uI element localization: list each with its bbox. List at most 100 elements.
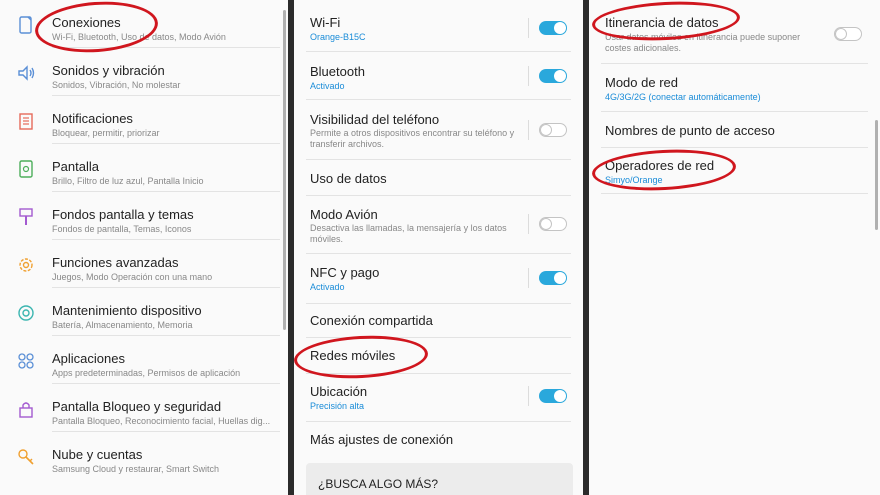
bluetooth-toggle[interactable]: [539, 69, 567, 83]
network-mode-value: 4G/3G/2G (conectar automáticamente): [605, 92, 761, 102]
settings-item-title: Pantalla: [52, 159, 99, 174]
network-mode-title: Modo de red: [605, 75, 678, 90]
settings-item-subtitle: Samsung Cloud y restaurar, Smart Switch: [52, 464, 220, 474]
phone-visibility-toggle[interactable]: [539, 123, 567, 137]
toggle-knob: [540, 218, 552, 230]
airplane-mode-toggle[interactable]: [539, 217, 567, 231]
settings-item-subtitle: Sonidos, Vibración, No molestar: [52, 80, 181, 90]
access-point-names-row[interactable]: Nombres de punto de acceso: [589, 112, 880, 148]
settings-item-subtitle: Apps predeterminadas, Permisos de aplica…: [52, 368, 241, 378]
mobile-networks-title: Redes móviles: [310, 348, 396, 363]
settings-item-title: Conexiones: [52, 15, 121, 30]
settings-item-subtitle: Batería, Almacenamiento, Memoria: [52, 320, 193, 330]
settings-item-sounds[interactable]: Sonidos y vibración Sonidos, Vibración, …: [0, 48, 288, 96]
phone-visibility-row[interactable]: Visibilidad del teléfono Permite a otros…: [294, 100, 583, 160]
phone-visibility-title: Visibilidad del teléfono: [310, 112, 440, 127]
settings-item-title: Fondos pantalla y temas: [52, 207, 194, 222]
settings-item-wallpapers[interactable]: Fondos pantalla y temas Fondos de pantal…: [0, 192, 288, 240]
location-title: Ubicación: [310, 384, 368, 399]
data-roaming-toggle[interactable]: [834, 27, 862, 41]
scrollbar[interactable]: [283, 10, 286, 330]
toggle-knob: [554, 390, 566, 402]
location-toggle[interactable]: [539, 389, 567, 403]
data-roaming-description: Usar datos móviles en itinerancia puede …: [605, 32, 801, 53]
separator: [528, 18, 529, 38]
settings-panel: Conexiones Wi-Fi, Bluetooth, Uso de dato…: [0, 0, 288, 495]
settings-item-title: Nube y cuentas: [52, 447, 143, 462]
network-operators-value: Simyo/Orange: [605, 175, 663, 185]
network-mode-row[interactable]: Modo de red 4G/3G/2G (conectar automátic…: [589, 64, 880, 112]
mobile-networks-panel: Itinerancia de datos Usar datos móviles …: [589, 0, 880, 495]
network-operators-row[interactable]: Operadores de red Simyo/Orange: [589, 148, 880, 194]
key-icon: [18, 449, 34, 465]
settings-item-cloud-accounts[interactable]: Nube y cuentas Samsung Cloud y restaurar…: [0, 432, 288, 480]
divider: [601, 193, 868, 194]
maintenance-icon: [18, 305, 34, 321]
notifications-icon: [19, 113, 33, 130]
separator: [528, 268, 529, 288]
toggle-knob: [554, 70, 566, 82]
toggle-knob: [540, 124, 552, 136]
separator: [528, 66, 529, 86]
display-icon: [19, 160, 33, 178]
airplane-mode-description: Desactiva las llamadas, la mensajería y …: [310, 223, 507, 244]
settings-item-advanced[interactable]: Funciones avanzadas Juegos, Modo Operaci…: [0, 240, 288, 288]
separator: [528, 120, 529, 140]
looking-for-more-title: ¿BUSCA ALGO MÁS?: [318, 477, 439, 491]
toggle-knob: [554, 22, 566, 34]
separator: [528, 214, 529, 234]
connections-icon: [19, 16, 32, 34]
more-connection-settings-row[interactable]: Más ajustes de conexión: [294, 422, 583, 458]
location-mode: Precisión alta: [310, 401, 365, 411]
nfc-title: NFC y pago: [310, 265, 380, 280]
phone-visibility-description: Permite a otros dispositivos encontrar s…: [310, 128, 515, 149]
settings-item-display[interactable]: Pantalla Brillo, Filtro de luz azul, Pan…: [0, 144, 288, 192]
apps-icon: [18, 353, 34, 369]
settings-item-title: Aplicaciones: [52, 351, 125, 366]
settings-item-subtitle: Fondos de pantalla, Temas, Iconos: [52, 224, 192, 234]
sound-icon: [18, 65, 35, 81]
wifi-row[interactable]: Wi-Fi Orange-B15C: [294, 0, 583, 52]
more-connection-settings-title: Más ajustes de conexión: [310, 432, 454, 447]
toggle-knob: [554, 272, 566, 284]
access-point-names-title: Nombres de punto de acceso: [605, 123, 775, 138]
tethering-title: Conexión compartida: [310, 313, 433, 328]
airplane-mode-title: Modo Avión: [310, 207, 378, 222]
settings-item-connections[interactable]: Conexiones Wi-Fi, Bluetooth, Uso de dato…: [0, 0, 288, 48]
settings-item-subtitle: Juegos, Modo Operación con una mano: [52, 272, 213, 282]
settings-item-lock-security[interactable]: Pantalla Bloqueo y seguridad Pantalla Bl…: [0, 384, 288, 432]
wifi-toggle[interactable]: [539, 21, 567, 35]
bluetooth-row[interactable]: Bluetooth Activado: [294, 52, 583, 100]
settings-item-maintenance[interactable]: Mantenimiento dispositivo Batería, Almac…: [0, 288, 288, 336]
bluetooth-title: Bluetooth: [310, 64, 365, 79]
location-row[interactable]: Ubicación Precisión alta: [294, 374, 583, 422]
settings-item-title: Mantenimiento dispositivo: [52, 303, 202, 318]
mobile-networks-row[interactable]: Redes móviles: [294, 338, 583, 374]
nfc-row[interactable]: NFC y pago Activado: [294, 254, 583, 304]
settings-item-apps[interactable]: Aplicaciones Apps predeterminadas, Permi…: [0, 336, 288, 384]
separator: [528, 386, 529, 406]
tethering-row[interactable]: Conexión compartida: [294, 304, 583, 338]
wifi-network: Orange-B15C: [310, 32, 366, 42]
settings-item-notifications[interactable]: Notificaciones Bloquear, permitir, prior…: [0, 96, 288, 144]
nfc-status: Activado: [310, 282, 345, 292]
settings-item-subtitle: Bloquear, permitir, priorizar: [52, 128, 160, 138]
wifi-title: Wi-Fi: [310, 15, 341, 30]
data-usage-title: Uso de datos: [310, 171, 387, 186]
settings-item-title: Funciones avanzadas: [52, 255, 179, 270]
settings-item-title: Pantalla Bloqueo y seguridad: [52, 399, 222, 414]
data-roaming-title: Itinerancia de datos: [605, 15, 719, 30]
toggle-knob: [835, 28, 847, 40]
settings-item-title: Sonidos y vibración: [52, 63, 165, 78]
settings-item-subtitle: Pantalla Bloqueo, Reconocimiento facial,…: [52, 416, 271, 426]
data-usage-row[interactable]: Uso de datos: [294, 160, 583, 196]
connections-panel: Wi-Fi Orange-B15C Bluetooth Activado Vis…: [294, 0, 583, 495]
brush-icon: [19, 208, 33, 225]
network-operators-title: Operadores de red: [605, 158, 715, 173]
bluetooth-status: Activado: [310, 81, 345, 91]
airplane-mode-row[interactable]: Modo Avión Desactiva las llamadas, la me…: [294, 196, 583, 254]
looking-for-more-card[interactable]: ¿BUSCA ALGO MÁS?: [306, 463, 573, 495]
scrollbar[interactable]: [875, 120, 878, 230]
nfc-toggle[interactable]: [539, 271, 567, 285]
data-roaming-row[interactable]: Itinerancia de datos Usar datos móviles …: [589, 0, 880, 64]
